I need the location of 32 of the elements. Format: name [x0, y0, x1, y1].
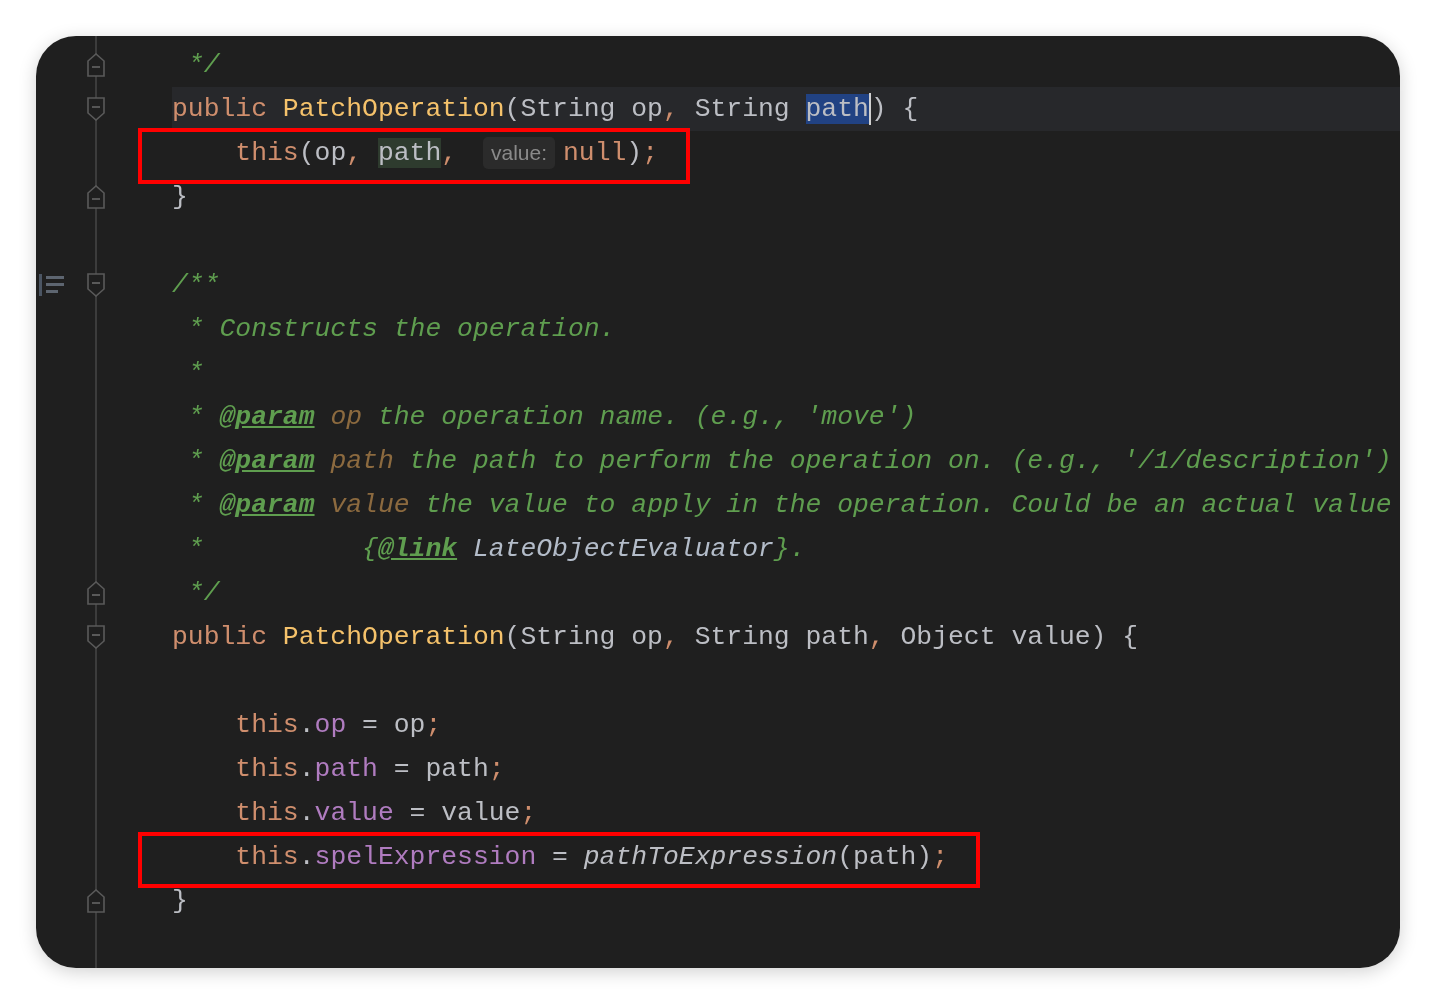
code-text: , [441, 138, 459, 168]
usage-highlight: path [377, 138, 442, 168]
code-text: this.value = value; [234, 798, 537, 828]
inlay-hint: value: [482, 137, 555, 170]
fold-icon[interactable] [87, 185, 105, 209]
fold-icon[interactable] [87, 889, 105, 913]
code-text: this(op, [234, 138, 364, 168]
code-text: ) { [870, 94, 919, 124]
lines-icon[interactable] [39, 273, 65, 297]
fold-icon[interactable] [87, 53, 105, 77]
code-text: } [172, 182, 188, 212]
code-text: this.op = op; [234, 710, 442, 740]
code-text: null); [563, 138, 659, 168]
fold-icon[interactable] [87, 625, 105, 649]
code-text: * @param path the path to perform the operation on. (e.g., '/1/description') [186, 446, 1392, 476]
selected-text: path [805, 94, 869, 124]
code-text: * @param op the operation name. (e.g., 'move') [186, 402, 917, 432]
code-text: public PatchOperation(String op, String [172, 94, 791, 124]
code-text: public PatchOperation(String op, String path, Object value) { [172, 622, 1139, 652]
code-text: * Constructs the operation. [186, 314, 616, 344]
code-text: this.spelExpression = pathToExpression(path); [234, 842, 949, 872]
code-text: */ [186, 50, 220, 80]
fold-icon[interactable] [87, 581, 105, 605]
code-text: this.path = path; [234, 754, 505, 784]
fold-icon[interactable] [87, 273, 105, 297]
code-text: */ [186, 578, 220, 608]
code-text: * [186, 358, 204, 388]
fold-icon[interactable] [87, 97, 105, 121]
code-text: * @param value the value to apply in the operation. Could be an actual value [186, 490, 1392, 520]
code-text: } [172, 886, 188, 916]
code-text: * {@link LateObjectEvaluator}. [186, 534, 806, 564]
code-text: /** [172, 270, 220, 300]
